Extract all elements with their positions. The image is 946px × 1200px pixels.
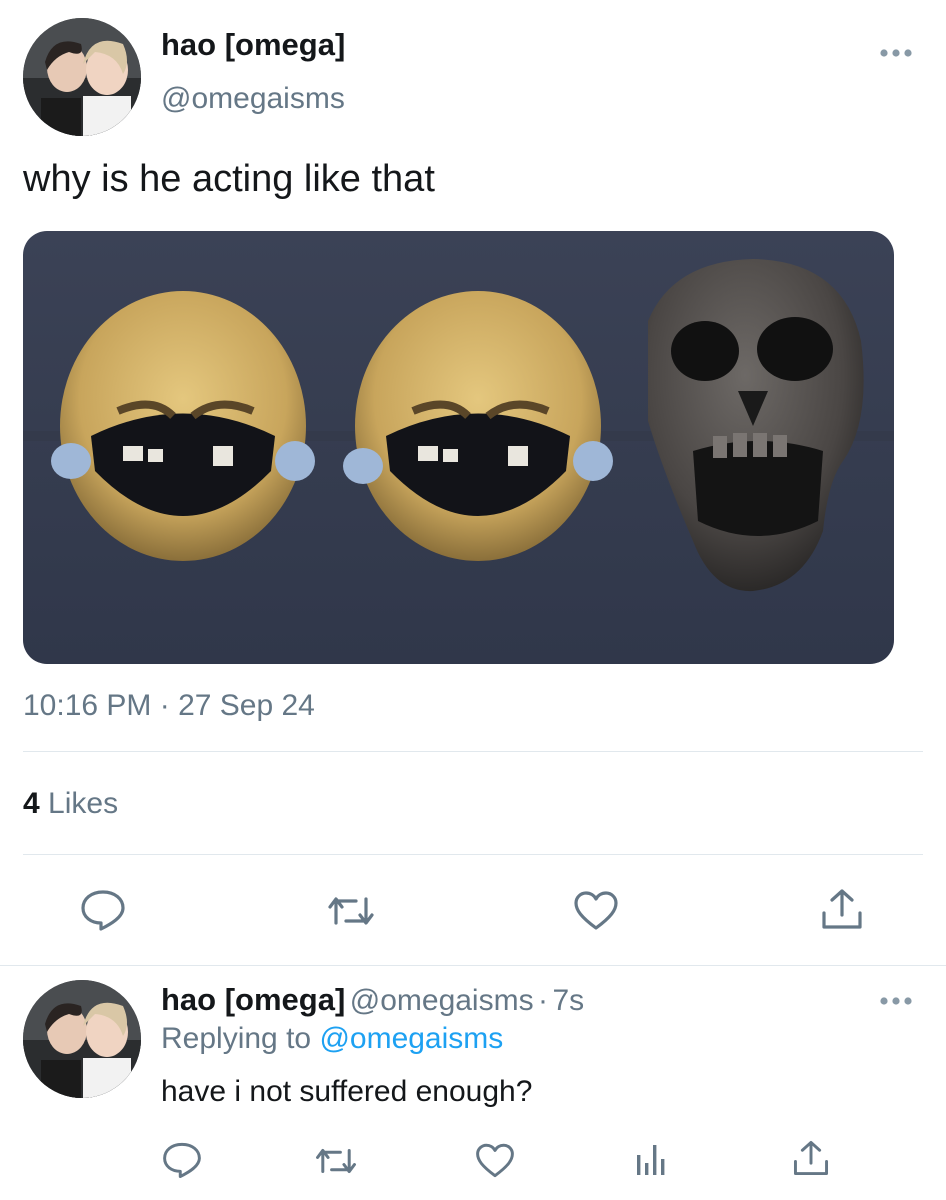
reply-age[interactable]: 7s [553,984,585,1017]
reply-display-name[interactable]: hao [omega] [161,982,345,1017]
tweet-media-image[interactable] [23,231,894,664]
replying-to: Replying to @omegaisms [161,1022,503,1056]
replying-prefix: Replying to [161,1022,312,1055]
likes-count[interactable]: 4 Likes [23,787,118,821]
reply-icon[interactable] [80,889,126,936]
reply-like-icon[interactable] [475,1142,515,1183]
laughing-emoji-2 [343,291,613,561]
replying-to-handle-link[interactable]: @omegaisms [319,1022,503,1055]
reply-header: hao [omega] @omegaisms · 7s [161,982,584,1018]
likes-label: Likes [48,787,119,820]
reply-share-icon[interactable] [792,1139,830,1182]
reply-separator: · [538,984,549,1017]
skull-emoji [648,259,864,592]
share-icon[interactable] [820,887,864,936]
author-handle[interactable]: @omegaisms [161,82,345,116]
more-icon[interactable] [878,46,914,64]
tweet-timestamp[interactable]: 10:16 PM · 27 Sep 24 [23,689,315,723]
reply-retweet-icon[interactable] [314,1145,358,1182]
retweet-icon[interactable] [326,893,376,934]
like-icon[interactable] [573,890,619,935]
author-display-name[interactable]: hao [omega] [161,27,345,63]
analytics-icon[interactable] [634,1141,668,1182]
reply-more-icon[interactable] [878,994,914,1012]
tweet-text: why is he acting like that [23,158,435,200]
author-avatar[interactable] [23,18,141,136]
divider-top [23,751,923,752]
divider-reply [0,965,946,966]
reply-handle[interactable]: @omegaisms [350,984,534,1017]
reply-text: have i not suffered enough? [161,1075,533,1108]
laughing-emoji-1 [51,291,315,561]
reply-author-avatar[interactable] [23,980,141,1098]
likes-number: 4 [23,787,40,820]
divider-bottom [23,854,923,855]
reply-reply-icon[interactable] [162,1141,202,1184]
